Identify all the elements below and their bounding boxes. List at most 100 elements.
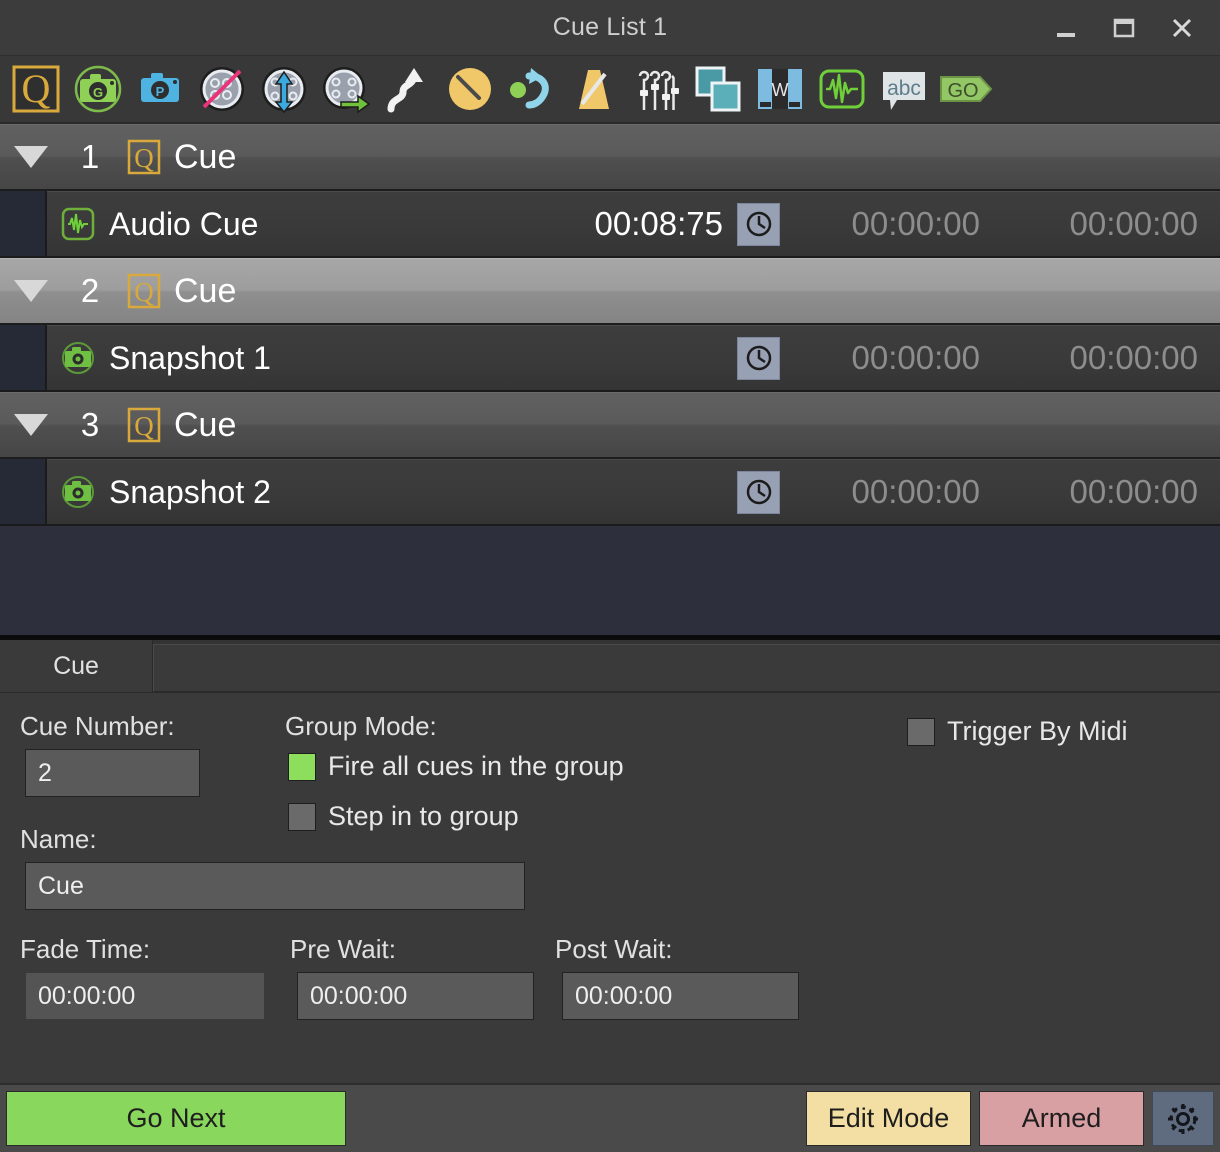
layers-icon[interactable] xyxy=(690,60,746,118)
post-wait-label: Post Wait: xyxy=(555,934,673,964)
fade-time-label: Fade Time: xyxy=(20,934,151,964)
checkbox-step-in-to-group[interactable] xyxy=(288,802,316,831)
window-controls xyxy=(1050,12,1220,44)
rotate-icon[interactable] xyxy=(504,60,560,118)
title-bar: Cue List 1 xyxy=(0,0,1220,55)
snapshot-camera-icon xyxy=(47,341,109,375)
cue-number: 2 xyxy=(80,272,100,309)
trigger-by-midi-label: Trigger By Midi xyxy=(947,716,1128,746)
armed-button[interactable]: Armed xyxy=(979,1091,1144,1146)
toolbar: Q G P W abc GO xyxy=(0,55,1220,124)
svg-text:G: G xyxy=(93,85,103,100)
cue-post-wait: 00:00:00 xyxy=(1069,205,1198,242)
clock-icon[interactable] xyxy=(737,336,780,380)
cue-post-wait: 00:00:00 xyxy=(1069,339,1198,376)
group-mode-option-step-in[interactable]: Step in to group xyxy=(288,801,519,832)
cue-child-row[interactable]: Snapshot 2 00:00:00 00:00:00 xyxy=(0,459,1220,526)
go-next-button[interactable]: Go Next xyxy=(6,1091,346,1146)
cue-pre-wait: 00:00:00 xyxy=(851,473,980,510)
cue-q-icon: Q xyxy=(118,273,170,309)
cue-group-label: Cue xyxy=(174,137,237,176)
disclosure-triangle-icon[interactable] xyxy=(0,414,62,436)
clock-icon[interactable] xyxy=(737,202,780,246)
inspector-tabbar: Cue xyxy=(0,640,1220,693)
post-wait-input[interactable]: 00:00:00 xyxy=(562,972,799,1020)
cue-number: 1 xyxy=(80,138,100,175)
go-icon[interactable]: GO xyxy=(938,60,994,118)
cue-post-wait: 00:00:00 xyxy=(1069,473,1198,510)
child-indent-gutter xyxy=(0,191,47,256)
group-mode-label: Group Mode: xyxy=(285,711,437,741)
pre-wait-input[interactable]: 00:00:00 xyxy=(297,972,534,1020)
pre-wait-label: Pre Wait: xyxy=(290,934,396,964)
audio-waveform-icon xyxy=(47,207,109,241)
checkbox-fire-all-cues[interactable] xyxy=(288,752,316,781)
svg-text:abc: abc xyxy=(887,77,921,100)
name-label: Name: xyxy=(20,824,97,854)
metronome-icon[interactable] xyxy=(566,60,622,118)
checkbox-trigger-by-midi[interactable] xyxy=(907,717,935,746)
svg-text:Q: Q xyxy=(134,277,154,307)
video-icon[interactable]: W xyxy=(752,60,808,118)
svg-text:Q: Q xyxy=(134,143,154,173)
svg-text:Q: Q xyxy=(134,411,154,441)
cue-q-icon: Q xyxy=(118,139,170,175)
disclosure-triangle-icon[interactable] xyxy=(0,146,62,168)
cue-icon[interactable]: Q xyxy=(8,60,64,118)
bottom-button-bar: Go Next Edit Mode Armed xyxy=(0,1083,1220,1152)
snapshot-update-icon[interactable] xyxy=(256,60,312,118)
svg-text:W: W xyxy=(772,80,789,100)
group-mode-option-label: Fire all cues in the group xyxy=(328,751,624,781)
cue-group-label: Cue xyxy=(174,405,237,444)
child-indent-gutter xyxy=(0,325,47,390)
cue-child-row[interactable]: Audio Cue 00:08:75 00:00:00 00:00:00 xyxy=(0,191,1220,258)
cue-pre-wait: 00:00:00 xyxy=(851,205,980,242)
cue-group-label: Cue xyxy=(174,271,237,310)
cue-list-window: Cue List 1 Q G P W abc GO 1 Q Cue Audio … xyxy=(0,0,1220,1152)
close-icon[interactable] xyxy=(1166,12,1198,44)
minimize-icon[interactable] xyxy=(1050,12,1082,44)
audio-waveform-icon[interactable] xyxy=(814,60,870,118)
cue-group-row[interactable]: 2 Q Cue xyxy=(0,258,1220,325)
disclosure-triangle-icon[interactable] xyxy=(0,280,62,302)
maximize-icon[interactable] xyxy=(1108,12,1140,44)
snapshot-recall-icon[interactable] xyxy=(318,60,374,118)
edit-mode-button[interactable]: Edit Mode xyxy=(806,1091,971,1146)
cue-child-name: Snapshot 1 xyxy=(109,339,271,376)
cue-inspector-form: Cue Number: 2 Group Mode: Fire all cues … xyxy=(0,693,1220,1083)
pan-dial-icon[interactable] xyxy=(442,60,498,118)
trigger-by-midi-row[interactable]: Trigger By Midi xyxy=(907,716,1128,747)
child-indent-gutter xyxy=(0,459,47,524)
cue-q-icon: Q xyxy=(118,407,170,443)
preset-camera-icon[interactable]: P xyxy=(132,60,188,118)
cue-child-row[interactable]: Snapshot 1 00:00:00 00:00:00 xyxy=(0,325,1220,392)
svg-text:GO: GO xyxy=(947,80,978,102)
cue-duration: 00:08:75 xyxy=(594,205,723,242)
inspector-pane: Cue Cue Number: 2 Group Mode: Fire all c… xyxy=(0,635,1220,1152)
cue-number: 3 xyxy=(80,406,100,443)
clock-icon[interactable] xyxy=(737,470,780,514)
faders-icon[interactable] xyxy=(628,60,684,118)
window-title: Cue List 1 xyxy=(552,13,668,41)
name-input[interactable]: Cue xyxy=(25,862,525,910)
cue-child-name: Snapshot 2 xyxy=(109,473,271,510)
cue-number-label: Cue Number: xyxy=(20,711,175,741)
path-move-icon[interactable] xyxy=(380,60,436,118)
abc-text-icon[interactable]: abc xyxy=(876,60,932,118)
snapshot-camera-icon xyxy=(47,475,109,509)
tab-cue[interactable]: Cue xyxy=(0,640,153,692)
fade-time-input[interactable]: 00:00:00 xyxy=(25,972,265,1020)
snapshot-go-camera-icon[interactable]: G xyxy=(70,60,126,118)
cue-child-name: Audio Cue xyxy=(109,205,259,242)
group-mode-option-fire-all[interactable]: Fire all cues in the group xyxy=(288,751,624,782)
cue-number-input[interactable]: 2 xyxy=(25,749,200,797)
cue-pre-wait: 00:00:00 xyxy=(851,339,980,376)
gear-icon[interactable] xyxy=(1152,1091,1214,1146)
cue-list[interactable]: 1 Q Cue Audio Cue 00:08:75 00:00:00 00:0… xyxy=(0,124,1220,635)
cue-group-row[interactable]: 3 Q Cue xyxy=(0,392,1220,459)
tabbar-filler xyxy=(153,644,1220,692)
svg-text:Q: Q xyxy=(22,66,51,111)
group-mode-option-label: Step in to group xyxy=(328,801,519,831)
disable-snapshot-icon[interactable] xyxy=(194,60,250,118)
cue-group-row[interactable]: 1 Q Cue xyxy=(0,124,1220,191)
